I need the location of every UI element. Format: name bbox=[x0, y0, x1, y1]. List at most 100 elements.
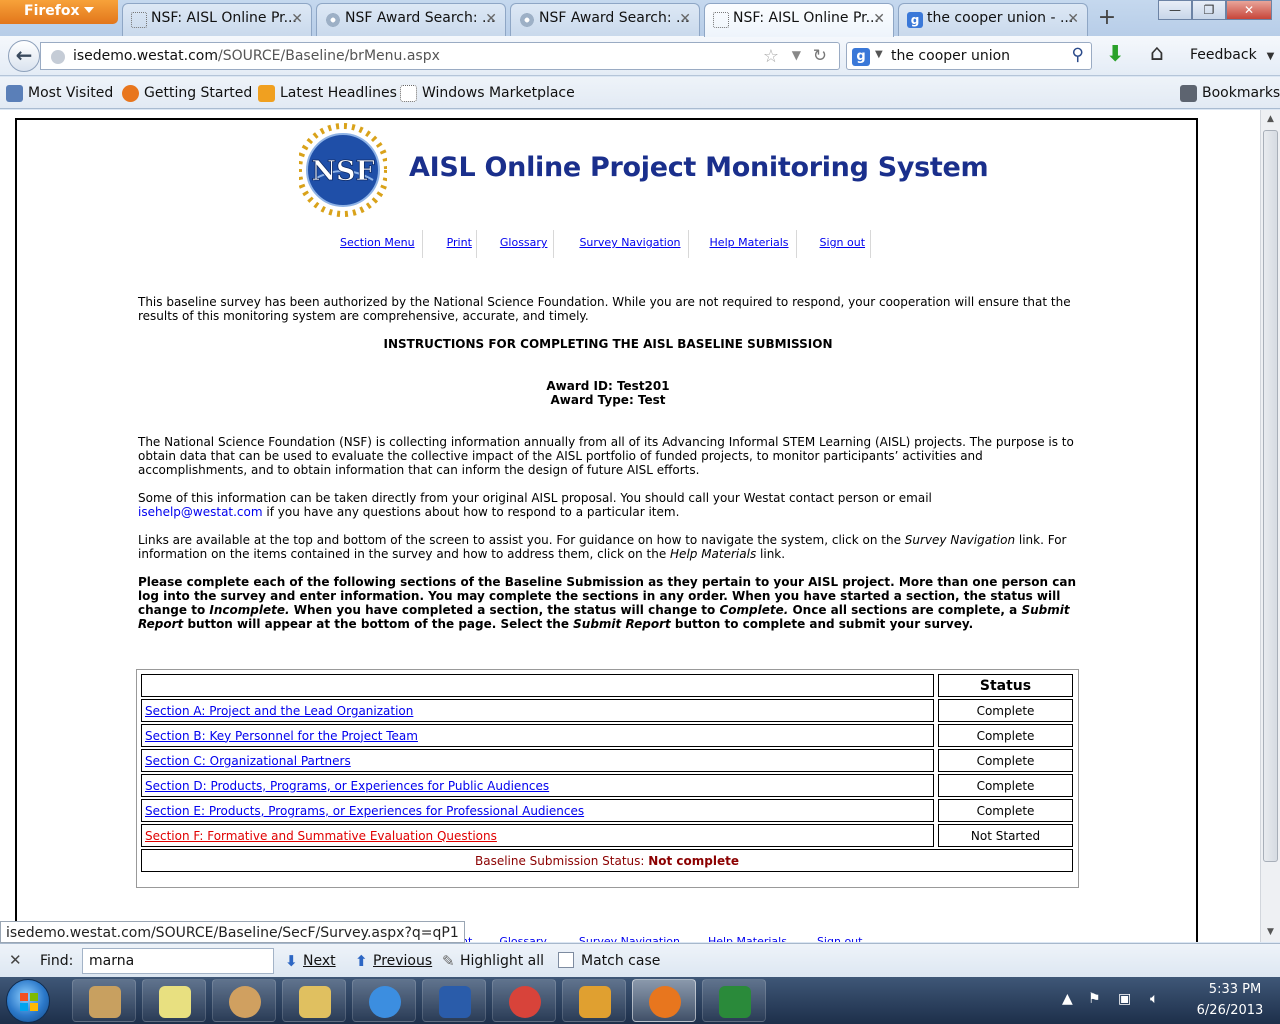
purpose-paragraph: The National Science Foundation (NSF) is… bbox=[138, 435, 1074, 477]
taskbar-app-4[interactable] bbox=[282, 979, 346, 1022]
taskbar-app-9[interactable] bbox=[632, 979, 696, 1022]
glossary-link-bottom[interactable]: Glossary bbox=[499, 935, 547, 942]
table-row: Section D: Products, Programs, or Experi… bbox=[141, 774, 1073, 797]
section-d-link[interactable]: Section D: Products, Programs, or Experi… bbox=[145, 779, 549, 793]
bookmark-windows-marketplace[interactable]: Windows Marketplace bbox=[400, 85, 575, 102]
bookmarks-menu-button[interactable]: Bookmarks bbox=[1180, 85, 1280, 102]
google-icon[interactable]: g bbox=[852, 48, 870, 66]
clock-date[interactable]: 6/26/2013 bbox=[1185, 1003, 1275, 1018]
bookmark-latest-headlines[interactable]: Latest Headlines bbox=[258, 85, 397, 102]
close-icon[interactable]: ✕ bbox=[1067, 11, 1079, 27]
home-icon[interactable]: ⌂ bbox=[1150, 41, 1164, 66]
sign-out-link[interactable]: Sign out bbox=[797, 230, 872, 258]
tab-5[interactable]: g the cooper union - ... ✕ bbox=[898, 3, 1088, 36]
scroll-down-arrow[interactable]: ▼ bbox=[1261, 924, 1280, 941]
navigation-toolbar: isedemo.westat.com/SOURCE/Baseline/brMen… bbox=[0, 36, 1280, 76]
bookmark-most-visited[interactable]: Most Visited bbox=[6, 85, 114, 102]
tab-3[interactable]: NSF Award Search: ... ✕ bbox=[510, 3, 700, 36]
survey-navigation-link-bottom[interactable]: Survey Navigation bbox=[579, 935, 680, 942]
internet-explorer-icon bbox=[369, 986, 401, 1018]
bookmark-label: Most Visited bbox=[28, 85, 114, 101]
taskbar-app-5[interactable] bbox=[352, 979, 416, 1022]
back-button[interactable]: ← bbox=[8, 40, 40, 72]
volume-icon[interactable]: 🔈︎ bbox=[1150, 991, 1158, 1007]
text: Submit Report bbox=[573, 617, 671, 631]
system-tray: ▲ ⚑ ▣ 🔈︎ 5:33 PM 6/26/2013 bbox=[1062, 977, 1280, 1024]
close-icon[interactable]: ✕ bbox=[679, 11, 691, 27]
close-icon[interactable]: ✕ bbox=[9, 951, 22, 969]
close-icon[interactable]: ✕ bbox=[291, 11, 303, 27]
paint-icon bbox=[229, 986, 261, 1018]
bookmark-star-icon[interactable]: ☆ bbox=[763, 46, 779, 67]
start-button[interactable] bbox=[6, 979, 50, 1023]
taskbar-app-1[interactable] bbox=[72, 979, 136, 1022]
find-next-label: Next bbox=[303, 953, 336, 969]
reload-icon[interactable]: ↻ bbox=[813, 46, 827, 66]
taskbar-app-7[interactable] bbox=[492, 979, 556, 1022]
tab-2[interactable]: NSF Award Search: ... ✕ bbox=[316, 3, 506, 36]
taskbar-app-6[interactable] bbox=[422, 979, 486, 1022]
action-center-flag-icon[interactable]: ⚑ bbox=[1088, 991, 1101, 1007]
find-label: Find: bbox=[40, 953, 74, 969]
find-next-button[interactable]: ⬇ Next bbox=[285, 952, 336, 970]
history-dropdown-icon[interactable]: ▼ bbox=[792, 48, 801, 62]
gear-icon bbox=[519, 12, 535, 28]
section-a-link[interactable]: Section A: Project and the Lead Organiza… bbox=[145, 704, 413, 718]
tab-title: NSF Award Search: ... bbox=[345, 10, 496, 26]
network-icon[interactable]: ▣ bbox=[1118, 991, 1131, 1007]
search-engine-dropdown-icon[interactable]: ▼ bbox=[875, 49, 883, 60]
vertical-scrollbar[interactable]: ▲ ▼ bbox=[1260, 110, 1280, 942]
taskbar-app-3[interactable] bbox=[212, 979, 276, 1022]
survey-navigation-link[interactable]: Survey Navigation bbox=[554, 230, 689, 258]
feedback-button[interactable]: Feedback ▼ bbox=[1190, 47, 1274, 63]
section-cell: Section C: Organizational Partners bbox=[141, 749, 934, 772]
help-materials-link-bottom[interactable]: Help Materials bbox=[708, 935, 787, 942]
scroll-up-arrow[interactable]: ▲ bbox=[1261, 111, 1280, 128]
download-icon[interactable]: ⬇ bbox=[1106, 42, 1124, 67]
bookmark-getting-started[interactable]: Getting Started bbox=[122, 85, 252, 102]
section-menu-link[interactable]: Section Menu bbox=[325, 230, 423, 258]
section-f-link[interactable]: Section F: Formative and Summative Evalu… bbox=[145, 829, 497, 843]
close-window-button[interactable]: ✕ bbox=[1226, 0, 1272, 20]
clock-time[interactable]: 5:33 PM bbox=[1195, 982, 1275, 997]
table-header-row: Status bbox=[141, 674, 1073, 697]
firefox-menu-button[interactable]: Firefox bbox=[0, 0, 118, 24]
show-hidden-icons-icon[interactable]: ▲ bbox=[1062, 991, 1073, 1007]
arrow-down-icon: ⬇ bbox=[285, 952, 298, 970]
bookmark-label: Latest Headlines bbox=[280, 85, 397, 101]
scrollbar-thumb[interactable] bbox=[1263, 130, 1278, 862]
completion-instructions: Please complete each of the following se… bbox=[138, 575, 1078, 631]
find-previous-button[interactable]: ⬆ Previous bbox=[355, 952, 432, 970]
url-bar[interactable]: isedemo.westat.com/SOURCE/Baseline/brMen… bbox=[40, 42, 840, 70]
highlight-all-button[interactable]: ✎ Highlight all bbox=[442, 952, 544, 970]
windows-taskbar: ▲ ⚑ ▣ 🔈︎ 5:33 PM 6/26/2013 bbox=[0, 977, 1280, 1024]
email-link[interactable]: isehelp@westat.com bbox=[138, 505, 263, 519]
minimize-button[interactable]: — bbox=[1158, 0, 1192, 20]
text: button will appear at the bottom of the … bbox=[183, 617, 574, 631]
match-case-checkbox[interactable] bbox=[558, 952, 574, 968]
print-link[interactable]: Print bbox=[423, 230, 477, 258]
search-bar[interactable]: g ▼ the cooper union ⚲ bbox=[846, 42, 1092, 70]
status-header: Status bbox=[938, 674, 1073, 697]
sign-out-link-bottom[interactable]: Sign out bbox=[817, 935, 863, 942]
help-materials-link[interactable]: Help Materials bbox=[689, 230, 797, 258]
tab-4-active[interactable]: NSF: AISL Online Pr... ✕ bbox=[704, 3, 894, 37]
search-input[interactable]: the cooper union bbox=[891, 48, 1010, 64]
contact-text: Some of this information can be taken di… bbox=[138, 491, 932, 505]
tab-1[interactable]: NSF: AISL Online Pr... ✕ bbox=[122, 3, 312, 36]
find-input[interactable]: marna bbox=[82, 948, 274, 974]
glossary-link[interactable]: Glossary bbox=[477, 230, 555, 258]
site-identity-icon[interactable] bbox=[51, 50, 65, 64]
close-icon[interactable]: ✕ bbox=[485, 11, 497, 27]
taskbar-app-8[interactable] bbox=[562, 979, 626, 1022]
logo-text: NSF bbox=[311, 156, 374, 187]
search-icon[interactable]: ⚲ bbox=[1072, 45, 1084, 65]
new-tab-button[interactable]: + bbox=[1092, 4, 1122, 34]
taskbar-app-10[interactable] bbox=[702, 979, 766, 1022]
taskbar-app-2[interactable] bbox=[142, 979, 206, 1022]
section-c-link[interactable]: Section C: Organizational Partners bbox=[145, 754, 351, 768]
maximize-button[interactable]: ❐ bbox=[1192, 0, 1226, 20]
section-b-link[interactable]: Section B: Key Personnel for the Project… bbox=[145, 729, 418, 743]
section-e-link[interactable]: Section E: Products, Programs, or Experi… bbox=[145, 804, 584, 818]
close-icon[interactable]: ✕ bbox=[873, 11, 885, 27]
